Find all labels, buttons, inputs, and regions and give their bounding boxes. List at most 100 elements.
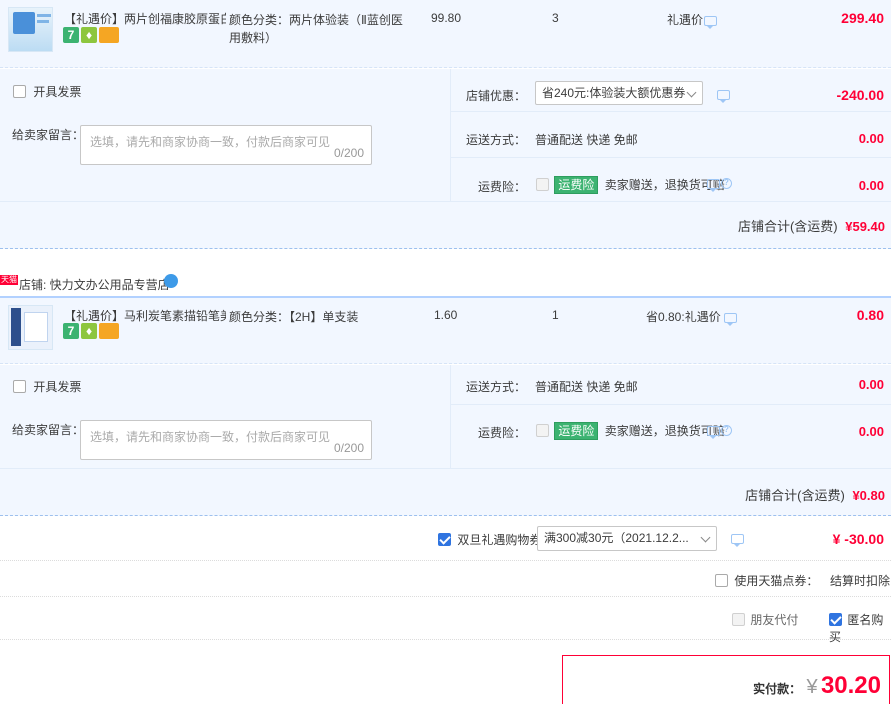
row-divider [450, 111, 891, 112]
product-label-graphic [24, 312, 48, 342]
invoice-checkbox[interactable] [13, 85, 26, 98]
shop-total-value: ¥0.80 [852, 488, 885, 503]
shop1-item-row: 【礼遇价】两片创福康胶原蛋白... 7 ♦ 颜色分类：两片体验装（Ⅱ蓝创医 用敷… [0, 0, 891, 68]
item-sku-line2: 用敷料） [229, 31, 278, 45]
row-divider [450, 404, 891, 405]
invoice-label: 开具发票 [33, 380, 82, 394]
platform-coupon-row: 双旦礼遇购物券 满300减30元（2021.12.2... ¥ -30.00 [0, 517, 891, 561]
order-summary-box: 实付款： ¥ 30.20 [562, 655, 890, 704]
shop2-item-row: 【礼遇价】马利炭笔素描铅笔美... 7 ♦ 颜色分类：【2H】单支装 1.60 … [0, 296, 891, 364]
item-thumbnail[interactable] [8, 305, 53, 350]
shop-coupon-label: 店铺优惠： [466, 89, 527, 103]
friend-pay-checkbox [732, 613, 745, 626]
message-textarea[interactable]: 选填，请先和商家协商一致，付款后商家可见 0/200 [80, 125, 372, 165]
credit-card-icon [99, 323, 119, 339]
service-badges: 7 ♦ [63, 323, 123, 339]
shipping-value: 普通配送 快递 免邮 [535, 380, 638, 394]
insurance-tag: 运费险 [554, 176, 599, 194]
tmall-points-option[interactable]: 使用天猫点券： [715, 572, 818, 589]
product-box-graphic [13, 12, 35, 34]
invoice-option[interactable]: 开具发票 [13, 83, 81, 100]
item-subtotal: 299.40 [841, 10, 884, 26]
shop-coupon-select[interactable]: 省240元:体验装大额优惠券 [535, 81, 703, 105]
guarantee-icon: ♦ [81, 323, 97, 339]
row-divider [0, 201, 891, 202]
summary-amount: 30.20 [820, 672, 881, 699]
item-quantity: 1 [552, 308, 559, 322]
product-box-graphic [11, 308, 21, 346]
shipping-amount: 0.00 [858, 377, 884, 392]
item-title-link[interactable]: 【礼遇价】马利炭笔素描铅笔美... [64, 307, 226, 324]
credit-card-icon [99, 27, 119, 43]
platform-coupon-checkbox[interactable] [438, 533, 451, 546]
insurance-amount: 0.00 [858, 178, 884, 193]
insurance-checkbox [536, 178, 549, 191]
summary-currency: ¥ [806, 676, 818, 698]
message-textarea[interactable]: 选填，请先和商家协商一致，付款后商家可见 0/200 [80, 420, 372, 460]
purchase-options-row: 朋友代付 匿名购买 [0, 598, 891, 644]
column-divider [450, 69, 451, 201]
insurance-checkbox [536, 424, 549, 437]
platform-coupon-value: 满300减30元（2021.12.2... [544, 531, 689, 545]
summary-label: 实付款： [753, 682, 802, 696]
column-divider [450, 365, 451, 468]
chevron-down-icon [700, 532, 711, 543]
chat-icon[interactable] [707, 179, 720, 192]
tmall-badge: 天猫 [0, 275, 18, 285]
invoice-label: 开具发票 [33, 85, 82, 99]
invoice-option[interactable]: 开具发票 [13, 378, 81, 395]
friend-pay-label: 朋友代付 [750, 613, 799, 627]
chat-icon[interactable] [707, 426, 720, 439]
message-placeholder: 选填，请先和商家协商一致，付款后商家可见 [90, 135, 331, 149]
wangwang-chat-icon[interactable] [164, 274, 178, 288]
shop2-options: 开具发票 给卖家留言： 选填，请先和商家协商一致，付款后商家可见 0/200 运… [0, 365, 891, 516]
help-icon[interactable]: ? [721, 425, 732, 436]
product-label-graphic [37, 20, 49, 23]
seven-day-return-icon: 7 [63, 323, 79, 339]
shop-coupon-amount: -240.00 [836, 87, 884, 103]
item-subtotal: 0.80 [856, 307, 884, 323]
insurance-tag: 运费险 [554, 422, 599, 440]
platform-coupon-select[interactable]: 满300减30元（2021.12.2... [537, 526, 717, 551]
invoice-checkbox[interactable] [13, 380, 26, 393]
platform-coupon-label: 双旦礼遇购物券 [457, 533, 542, 547]
chat-icon[interactable] [704, 16, 717, 29]
item-thumbnail[interactable] [8, 7, 53, 52]
shop-total: 店铺合计(含运费) ¥59.40 [738, 216, 885, 235]
message-label: 给卖家留言： [12, 128, 85, 142]
shop-total-label: 店铺合计(含运费) [737, 219, 838, 234]
item-title-link[interactable]: 【礼遇价】两片创福康胶原蛋白... [64, 10, 226, 27]
service-badges: 7 ♦ [63, 27, 123, 43]
shipping-label: 运送方式： [466, 380, 527, 394]
shipping-label: 运送方式： [466, 133, 527, 147]
insurance-option: 运费险 卖家赠送，退换货可赔 [536, 176, 725, 194]
row-divider [450, 157, 891, 158]
message-placeholder: 选填，请先和商家协商一致，付款后商家可见 [90, 430, 331, 444]
anonymous-option[interactable]: 匿名购买 [829, 611, 891, 645]
tmall-points-label: 使用天猫点券： [734, 574, 819, 588]
item-quantity: 3 [552, 11, 559, 25]
store-name-link[interactable]: 店铺: 快力文办公用品专营店 [19, 276, 170, 293]
chat-icon[interactable] [724, 313, 737, 326]
item-unit-price: 99.80 [431, 11, 462, 25]
platform-coupon-amount: ¥ -30.00 [832, 531, 884, 547]
message-char-count: 0/200 [333, 441, 364, 455]
shop-total-label: 店铺合计(含运费) [745, 488, 845, 503]
insurance-amount: 0.00 [858, 424, 884, 439]
platform-coupon-option[interactable]: 双旦礼遇购物券 [438, 531, 541, 548]
anonymous-checkbox[interactable] [829, 613, 842, 626]
item-unit-price: 1.60 [434, 308, 458, 322]
product-label-graphic [37, 14, 51, 17]
tmall-points-checkbox[interactable] [715, 574, 728, 587]
tmall-points-row: 使用天猫点券： 结算时扣除 [0, 562, 891, 597]
message-label: 给卖家留言： [12, 423, 85, 437]
help-icon[interactable]: ? [721, 178, 732, 189]
summary-total: 实付款： ¥ 30.20 [753, 672, 881, 700]
row-divider [0, 468, 891, 469]
insurance-option: 运费险 卖家赠送，退换货可赔 [536, 422, 725, 440]
chat-icon[interactable] [731, 534, 744, 547]
shop-total: 店铺合计(含运费) ¥0.80 [745, 485, 885, 504]
insurance-label: 运费险： [478, 180, 527, 194]
chat-icon[interactable] [717, 90, 730, 103]
item-sku-line1: 颜色分类：两片体验装（Ⅱ蓝创医 [229, 13, 403, 27]
